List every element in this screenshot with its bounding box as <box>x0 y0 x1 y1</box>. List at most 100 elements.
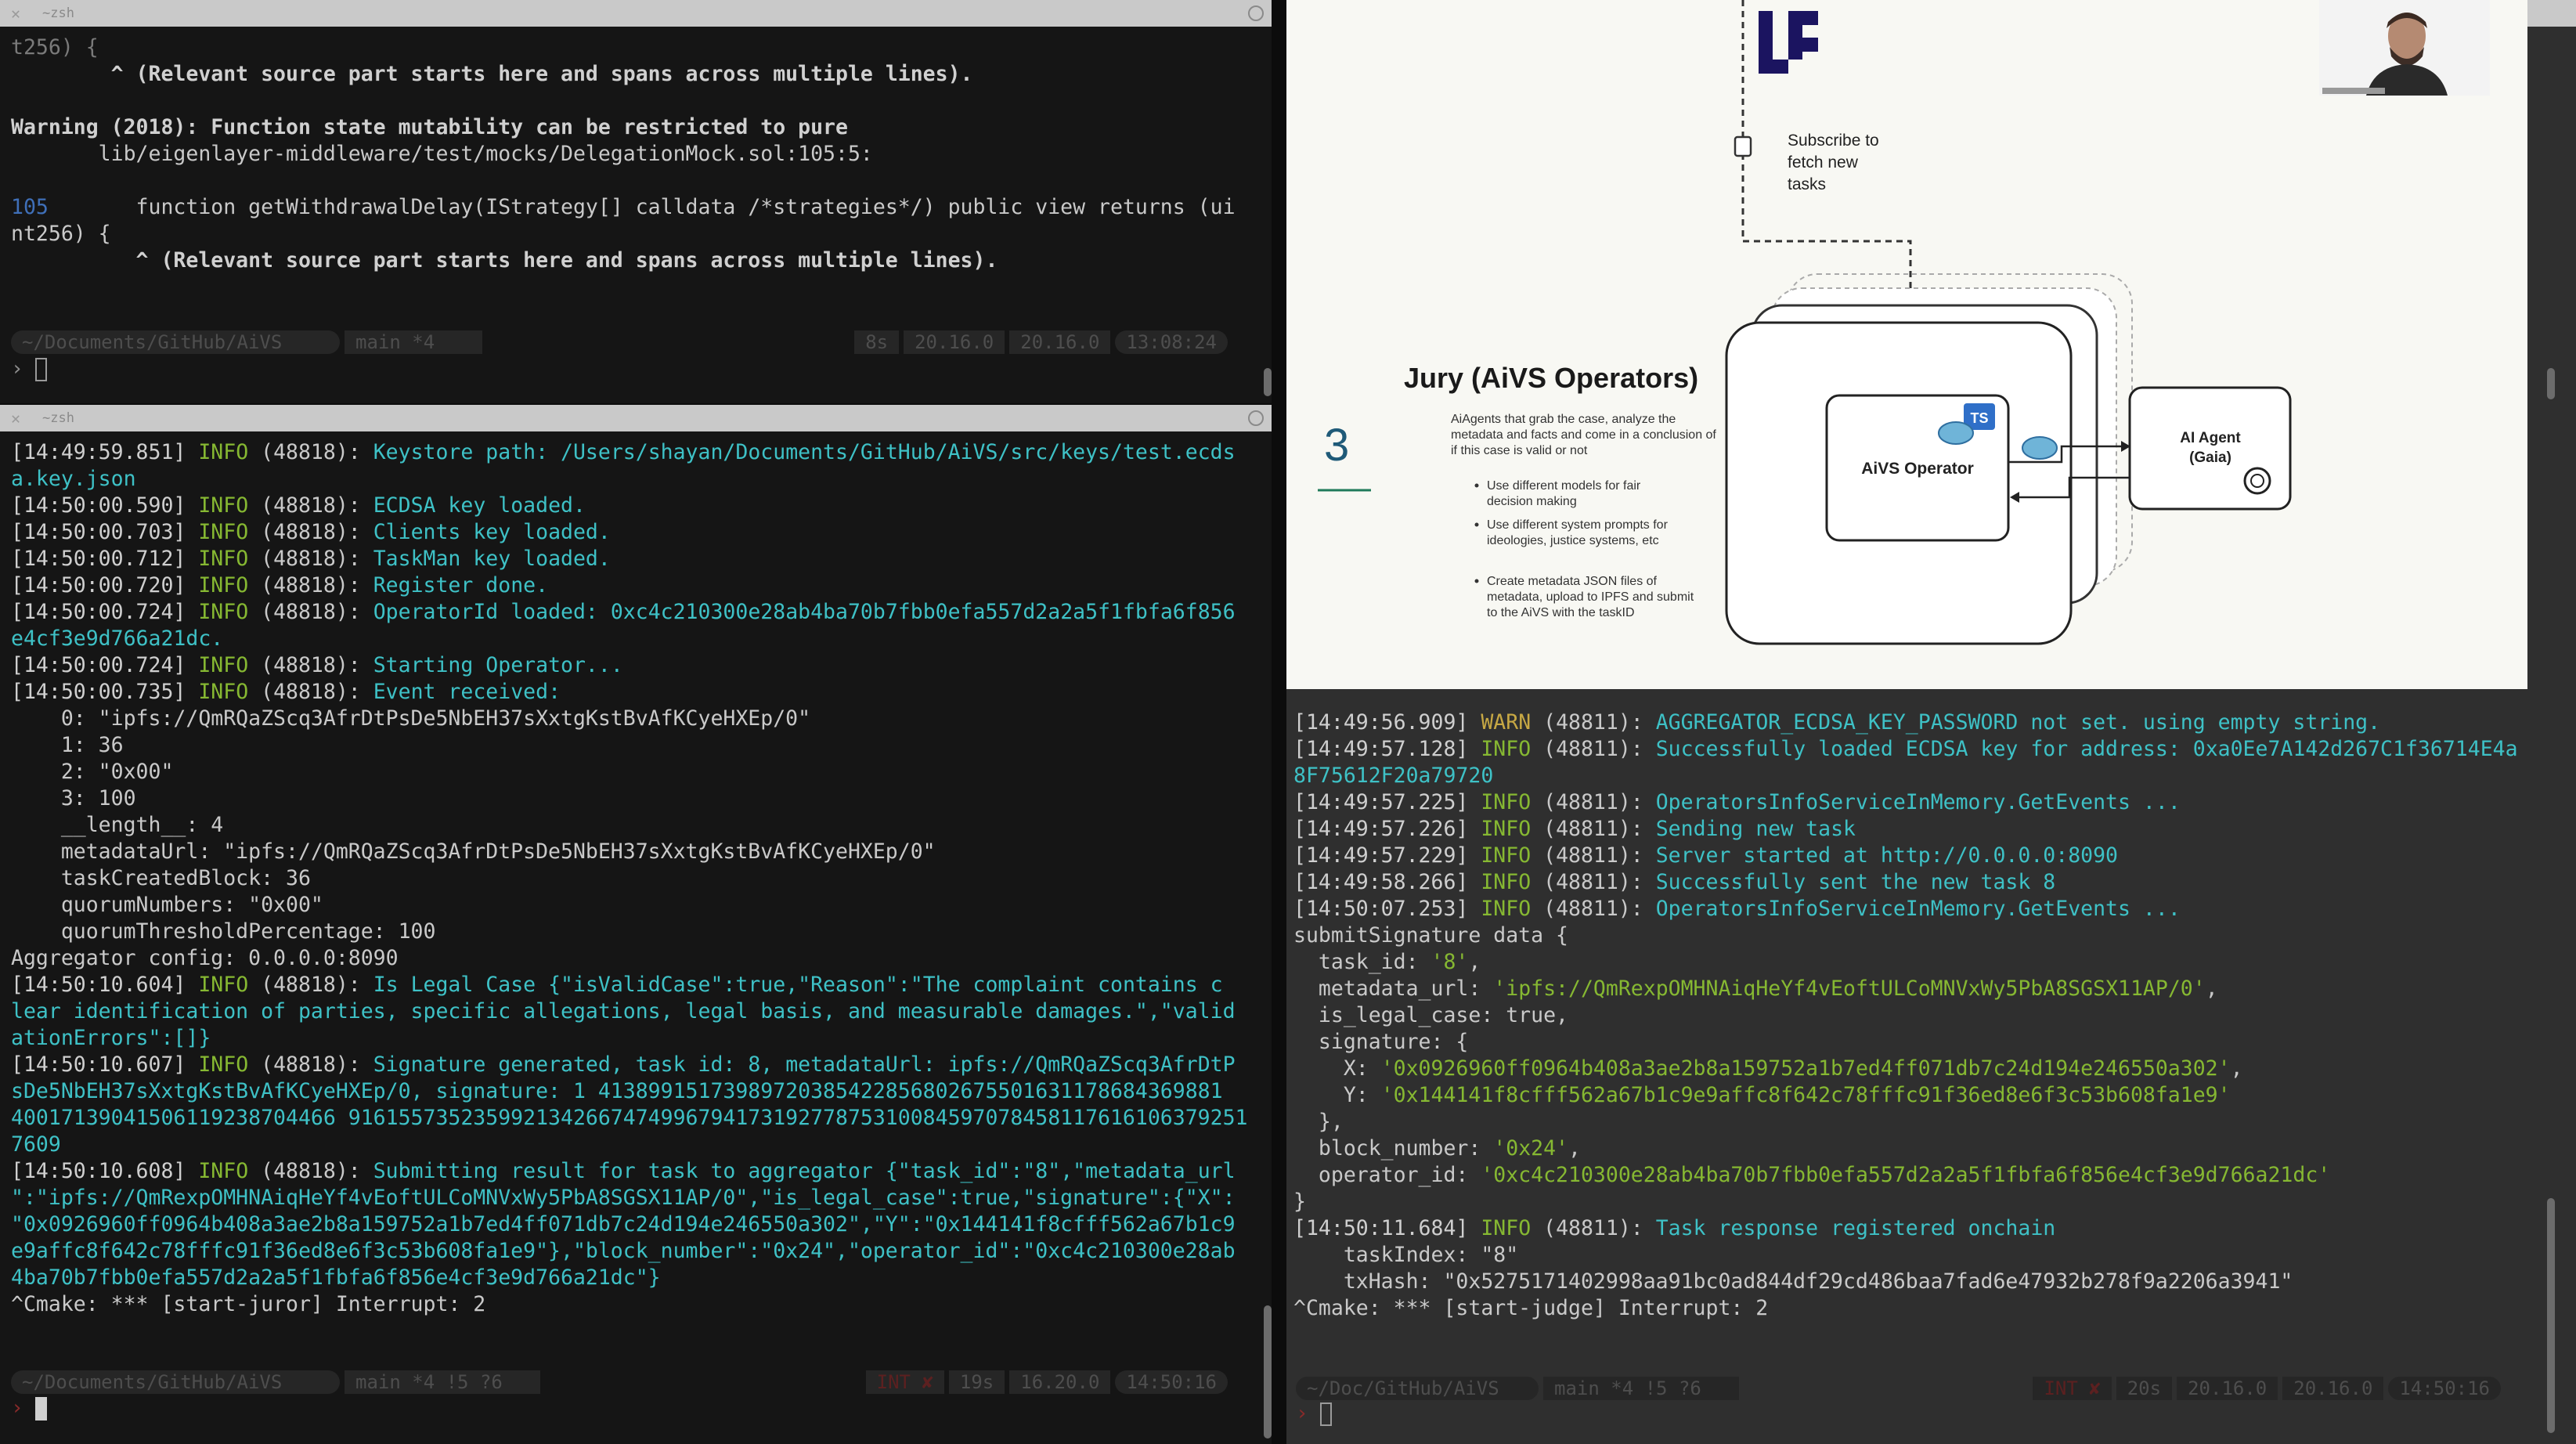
status-duration: 8s <box>854 330 900 354</box>
terminal-line: t256) { <box>11 34 1254 61</box>
scrollbar[interactable] <box>1264 368 1272 396</box>
maximize-icon[interactable] <box>1248 5 1264 21</box>
terminal-text: '0x0926960ff0964b408a3ae2b8a159752a1b7ed… <box>1380 1056 2231 1081</box>
terminal-line: Aggregator config: 0.0.0.0:8090 <box>11 945 1254 972</box>
terminal-line: [14:50:07.253] INFO (48811): OperatorsIn… <box>1293 896 2550 922</box>
status-node-2: 20.16.0 <box>2282 1377 2384 1400</box>
terminal-line: signature: { <box>1293 1029 2550 1056</box>
terminal-text: (48811): <box>1531 843 1656 868</box>
terminal-text: block_number: <box>1293 1136 1494 1161</box>
terminal-text: Sending new task <box>1655 817 1856 841</box>
status-path: ~/Documents/GitHub/AiVS <box>11 330 340 354</box>
terminal-line: "0x0926960ff0964b408a3ae2b8a159752a1b7ed… <box>11 1211 1254 1238</box>
bullet-dot <box>1474 579 1479 583</box>
prompt-line[interactable]: › <box>11 357 48 381</box>
terminal-text: (48818): <box>248 600 373 624</box>
terminal-line: [14:49:56.909] WARN (48811): AGGREGATOR_… <box>1293 709 2550 736</box>
prompt-statusbar: ~/Documents/GitHub/AiVS main *4 8s 20.16… <box>11 329 1232 356</box>
bullet-dot <box>1474 522 1479 527</box>
terminal-line: ":"ipfs://QmRexpOMHNAiqHeYf4vEoftULCoMNV… <box>11 1185 1254 1211</box>
terminal-text: '0x144141f8cfff562a67b1c9e9affc8f642c78f… <box>1380 1083 2231 1107</box>
terminal-text: "0x0926960ff0964b408a3ae2b8a159752a1b7ed… <box>11 1212 1236 1236</box>
status-time: 14:50:16 <box>2388 1377 2501 1400</box>
terminal-text: INFO <box>198 1159 249 1183</box>
terminal-text: nt256) { <box>11 222 111 246</box>
scrollbar[interactable] <box>2547 368 2555 399</box>
terminal-text: INFO <box>198 600 249 624</box>
terminal-text: (48818): <box>248 680 373 704</box>
terminal-text: (48818): <box>248 653 373 677</box>
terminal-text: submitSignature data { <box>1293 923 1568 948</box>
prompt-line[interactable]: › <box>1296 1402 1333 1426</box>
terminal-text: task_id: <box>1293 950 1431 974</box>
terminal-text: [14:50:00.703] <box>11 520 199 544</box>
terminal-line: [14:50:00.735] INFO (48818): Event recei… <box>11 679 1254 706</box>
terminal-text: [14:50:00.735] <box>11 680 199 704</box>
terminal-text: (48811): <box>1531 817 1656 841</box>
terminal-output: [14:49:59.851] INFO (48818): Keystore pa… <box>11 439 1254 1318</box>
terminal-text: 2: "0x00" <box>11 760 174 784</box>
terminal-text: Keystore path: /Users/shayan/Documents/G… <box>373 440 1236 464</box>
terminal-line: [14:50:10.608] INFO (48818): Submitting … <box>11 1158 1254 1185</box>
terminal-text: [14:49:57.229] <box>1293 843 1481 868</box>
cursor <box>35 357 48 381</box>
bullet-item: Create metadata JSON files of metadata, u… <box>1487 575 1694 619</box>
terminal-text: Signature generated, task id: 8, metadat… <box>373 1052 1236 1077</box>
terminal-text: Task response registered onchain <box>1655 1216 2056 1240</box>
terminal-text: , <box>1568 1136 1581 1161</box>
terminal-text: [14:50:00.720] <box>11 573 199 597</box>
terminal-pane-top-left[interactable]: ✕ ~zsh t256) { ^ (Relevant source part s… <box>0 0 1272 403</box>
terminal-text: e9affc8f642c78fffc91f36ed8e6f3c53b608fa1… <box>11 1239 1236 1263</box>
bullet-item: Use different system prompts for ideologi… <box>1487 518 1669 547</box>
scrollbar[interactable] <box>1264 1305 1272 1439</box>
status-duration: 20s <box>2116 1377 2173 1400</box>
cursor <box>35 1396 48 1421</box>
terminal-line: 105 function getWithdrawalDelay(IStrateg… <box>11 194 1254 221</box>
close-icon[interactable]: ✕ <box>11 409 20 428</box>
terminal-text: quorumNumbers: "0x00" <box>11 893 323 917</box>
presenter-avatar <box>2319 0 2490 96</box>
terminal-text: txHash: "0x5275171402998aa91bc0ad844df29… <box>1293 1269 2293 1294</box>
terminal-pane-bottom-left[interactable]: ✕ ~zsh [14:49:59.851] INFO (48818): Keys… <box>0 405 1272 1444</box>
terminal-line: operator_id: '0xc4c210300e28ab4ba70b7fbb… <box>1293 1162 2550 1189</box>
maximize-icon[interactable] <box>1248 410 1264 426</box>
terminal-output-right: [14:49:56.909] WARN (48811): AGGREGATOR_… <box>1293 709 2550 1322</box>
terminal-text: 'ipfs://QmRexpOMHNAiqHeYf4vEoftULCoMNVxW… <box>1493 977 2206 1001</box>
webcam-video[interactable] <box>2319 0 2490 96</box>
terminal-line: taskCreatedBlock: 36 <box>11 865 1254 892</box>
slide-description: AiAgents that grab the case, analyze the… <box>1451 413 1716 457</box>
pane-divider[interactable] <box>1272 0 1286 1444</box>
terminal-text: Successfully loaded ECDSA key for addres… <box>1655 737 2518 761</box>
terminal-text: [14:50:00.712] <box>11 547 199 571</box>
terminal-text: '0xc4c210300e28ab4ba70b7fbb0efa557d2a2a5… <box>1481 1163 2331 1187</box>
slide-heading: Jury (AiVS Operators) <box>1404 362 1698 394</box>
terminal-text: INFO <box>198 573 249 597</box>
step-badge-icon <box>1734 135 1752 157</box>
terminal-line: [14:50:00.703] INFO (48818): Clients key… <box>11 519 1254 546</box>
terminal-text: , <box>2205 977 2218 1001</box>
terminal-line: [14:50:10.604] INFO (48818): Is Legal Ca… <box>11 972 1254 998</box>
terminal-text: (48811): <box>1531 710 1656 735</box>
close-icon[interactable]: ✕ <box>11 4 20 23</box>
terminal-text: [14:50:00.724] <box>11 653 199 677</box>
terminal-text: } <box>1293 1189 1306 1214</box>
status-node-2: 20.16.0 <box>1009 330 1111 354</box>
terminal-text: [14:49:58.266] <box>1293 870 1481 894</box>
terminal-line: 0: "ipfs://QmRQaZScq3AfrDtPsDe5NbEH37sXx… <box>11 706 1254 732</box>
terminal-text: 3: 100 <box>11 786 136 810</box>
pane-title: ~zsh <box>42 410 74 426</box>
terminal-line: submitSignature data { <box>1293 922 2550 949</box>
status-node: 20.16.0 <box>2177 1377 2278 1400</box>
terminal-text: (48818): <box>248 573 373 597</box>
terminal-text: function getWithdrawalDelay(IStrategy[] … <box>48 195 1236 219</box>
terminal-text: [14:49:57.128] <box>1293 737 1481 761</box>
terminal-line: task_id: '8', <box>1293 949 2550 976</box>
terminal-text: (48818): <box>248 973 373 997</box>
terminal-text: Warning (2018): Function state mutabilit… <box>11 115 848 139</box>
terminal-text: OperatorsInfoServiceInMemory.GetEvents .… <box>1655 897 2181 921</box>
terminal-text: sDe5NbEH37sXxtgKstBvAfKCyeHXEp/0, signat… <box>11 1079 1223 1103</box>
right-titlebar <box>2527 0 2576 27</box>
terminal-text: [14:49:56.909] <box>1293 710 1481 735</box>
prompt-line[interactable]: › <box>11 1396 48 1421</box>
